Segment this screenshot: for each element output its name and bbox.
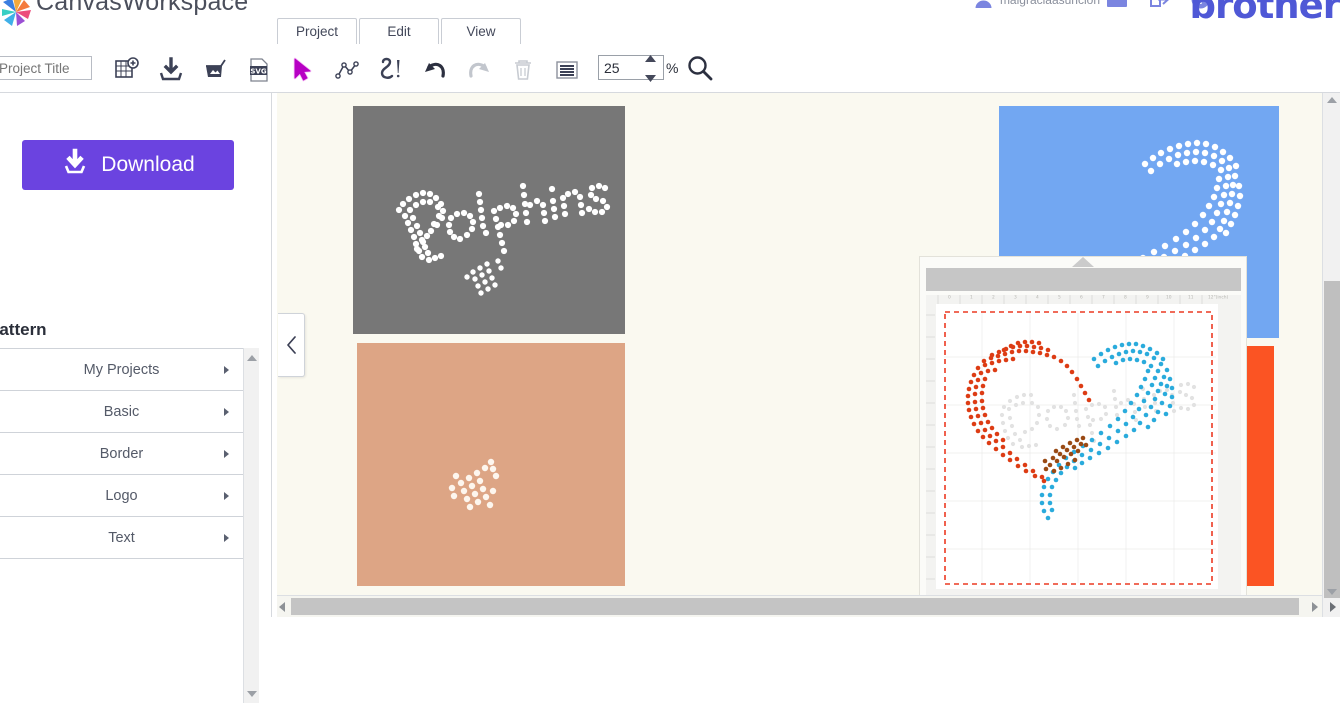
cutting-mat[interactable]: 0 1 2 3 4 5 6 7 8 9 10 11 12"(inch) <box>919 256 1247 617</box>
pattern-category-list: My Projects Basic Border Logo Text <box>0 348 255 703</box>
zoom-percent-label: % <box>666 60 679 76</box>
zoom-stepper-down-icon[interactable] <box>644 69 656 87</box>
svg-text:8: 8 <box>1124 295 1127 301</box>
scroll-left-arrow-icon[interactable] <box>279 602 285 612</box>
svg-text:9: 9 <box>1146 295 1149 301</box>
svg-text:12"(inch): 12"(inch) <box>1208 295 1229 301</box>
select-arrow-icon[interactable] <box>281 52 325 88</box>
search-zoom-icon[interactable] <box>686 54 714 82</box>
svg-text:5: 5 <box>1058 295 1061 301</box>
sidebar-scroll-down-icon[interactable] <box>244 686 260 701</box>
edit-points-icon[interactable] <box>325 52 369 88</box>
thumb-dolphins-gray[interactable] <box>353 106 625 334</box>
draw-pen-icon[interactable] <box>369 52 413 88</box>
download-arrow-icon <box>61 148 89 182</box>
chevron-left-icon <box>286 336 297 354</box>
svg-text:11: 11 <box>1188 295 1194 301</box>
mail-icon[interactable] <box>1107 0 1127 12</box>
account-username: malgraciaasuncion <box>1000 0 1100 7</box>
sidebar-item-label: My Projects <box>83 361 160 378</box>
new-project-icon[interactable] <box>105 52 149 88</box>
zoom-stepper-up-icon[interactable] <box>644 49 656 67</box>
project-title-input[interactable] <box>0 56 92 80</box>
sidebar-item-label: Logo <box>105 487 138 504</box>
sidebar-item-border[interactable]: Border <box>0 433 255 475</box>
app-header: CanvasWorkspace Project Edit View malgra… <box>0 0 1340 46</box>
chevron-right-icon <box>224 407 229 416</box>
mat-scroll-up-arrow-icon[interactable] <box>1072 257 1094 267</box>
zoom-stepper[interactable] <box>642 49 658 87</box>
canvas-horizontal-scrollbar[interactable] <box>277 595 1322 617</box>
sidebar-item-text[interactable]: Text <box>0 517 255 559</box>
sidebar-item-label: Basic <box>103 403 140 420</box>
svg-text:SVG: SVG <box>250 67 266 75</box>
svg-text:6: 6 <box>1080 295 1083 301</box>
scroll-down-arrow-icon[interactable] <box>1323 589 1340 595</box>
pinwheel-logo-icon[interactable] <box>0 0 36 32</box>
save-download-icon[interactable] <box>149 52 193 88</box>
chevron-right-icon <box>224 365 229 374</box>
user-avatar-icon <box>974 0 993 9</box>
scroll-corner-arrow-icon[interactable] <box>1330 602 1336 612</box>
left-sidebar: Download Pattern My Projects Basic Borde… <box>0 93 272 703</box>
svg-import-icon[interactable]: SVG <box>237 52 281 88</box>
redo-icon[interactable] <box>457 52 501 88</box>
sidebar-collapse-button[interactable] <box>278 313 305 377</box>
sidebar-item-basic[interactable]: Basic <box>0 391 255 433</box>
pattern-section-heading: Pattern <box>0 320 47 339</box>
svg-text:1: 1 <box>970 295 973 301</box>
main-tab-bar: Project Edit View <box>277 18 521 44</box>
sidebar-item-logo[interactable]: Logo <box>0 475 255 517</box>
tab-project[interactable]: Project <box>277 18 357 44</box>
canvasworkspace-app: CanvasWorkspace Project Edit View malgra… <box>0 0 1340 703</box>
chevron-right-icon <box>224 491 229 500</box>
tab-view[interactable]: View <box>441 18 521 44</box>
svg-text:0: 0 <box>948 295 951 301</box>
toolbar-button-group: SVG <box>105 52 589 88</box>
svg-text:10: 10 <box>1166 295 1172 301</box>
sidebar-vertical-scrollbar[interactable] <box>243 348 259 703</box>
brother-brand-logo: brother <box>1189 0 1340 27</box>
sidebar-empty-area <box>0 559 255 601</box>
canvas-vertical-scrollbar[interactable] <box>1322 93 1340 617</box>
sidebar-item-my-projects[interactable]: My Projects <box>0 349 255 391</box>
mat-design-svg: 0 1 2 3 4 5 6 7 8 9 10 11 12"(inch) <box>926 295 1241 599</box>
tab-edit[interactable]: Edit <box>359 18 439 44</box>
scroll-up-arrow-icon[interactable] <box>1323 97 1340 103</box>
svg-text:3: 3 <box>1014 295 1017 301</box>
logout-icon[interactable] <box>1149 0 1169 13</box>
svg-text:7: 7 <box>1102 295 1105 301</box>
sidebar-item-label: Text <box>108 529 135 546</box>
download-button[interactable]: Download <box>22 140 234 190</box>
sidebar-scroll-up-icon[interactable] <box>244 350 260 365</box>
vertical-scroll-thumb[interactable] <box>1324 281 1340 598</box>
object-list-icon[interactable] <box>545 52 589 88</box>
scroll-right-arrow-icon[interactable] <box>1312 602 1318 612</box>
undo-icon[interactable] <box>413 52 457 88</box>
horizontal-scroll-thumb[interactable] <box>291 598 1299 615</box>
delete-trash-icon[interactable] <box>501 52 545 88</box>
chevron-right-icon <box>224 449 229 458</box>
download-button-label: Download <box>101 153 195 176</box>
svg-text:4: 4 <box>1036 295 1039 301</box>
canvas-work-area[interactable]: 0 1 2 3 4 5 6 7 8 9 10 11 12"(inch) <box>277 93 1322 617</box>
main-toolbar: SVG <box>0 46 1340 93</box>
mat-top-grip <box>926 268 1241 291</box>
import-image-icon[interactable] <box>193 52 237 88</box>
sidebar-item-label: Border <box>99 445 144 462</box>
chevron-right-icon <box>224 533 229 542</box>
account-area[interactable]: malgraciaasuncion <box>974 0 1100 9</box>
zoom-input[interactable] <box>599 58 642 77</box>
thumb-bandage-tan[interactable] <box>357 343 625 586</box>
zoom-level-field[interactable] <box>598 54 664 82</box>
app-brand-title: CanvasWorkspace <box>36 0 249 16</box>
svg-text:2: 2 <box>992 295 995 301</box>
mat-surface[interactable]: 0 1 2 3 4 5 6 7 8 9 10 11 12"(inch) <box>926 295 1241 599</box>
